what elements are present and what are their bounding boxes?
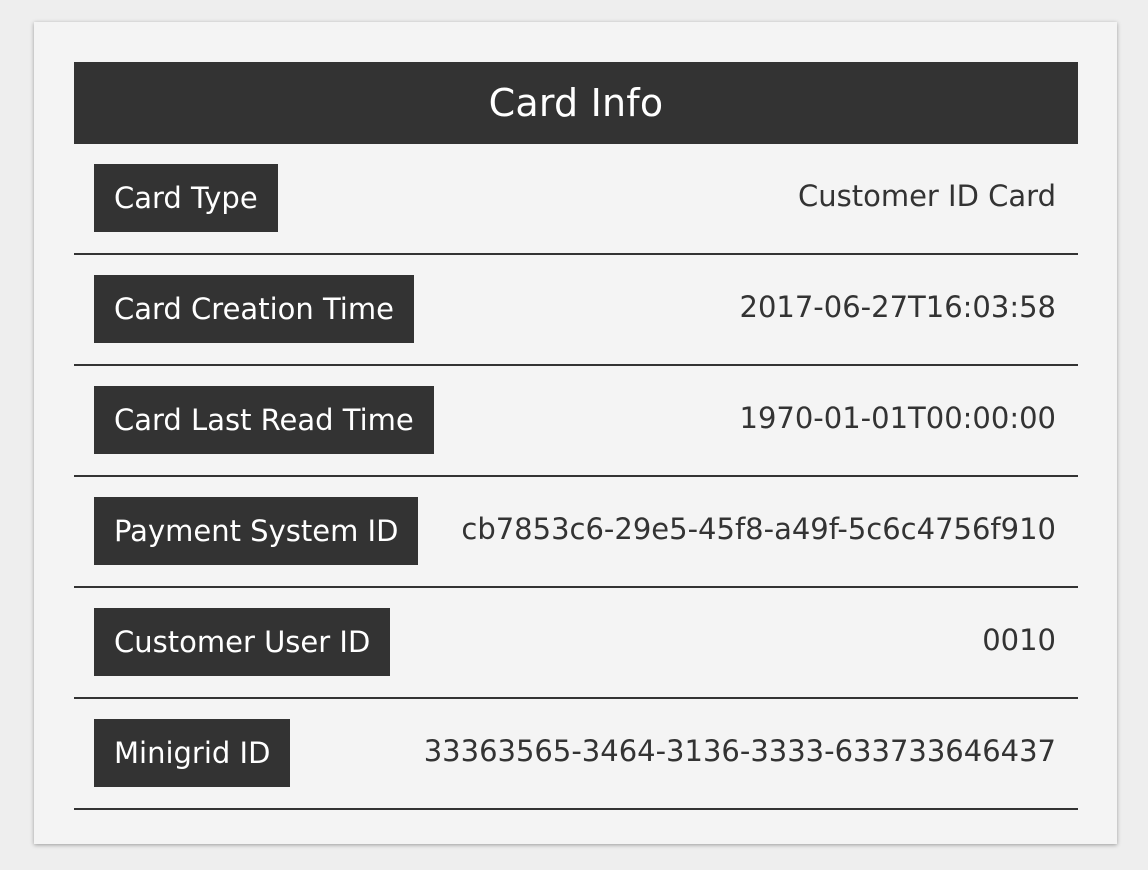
card-info-rows: Card Type Customer ID Card Card Creation… <box>74 144 1078 810</box>
card-type-label: Card Type <box>94 164 278 232</box>
card-info-title: Card Info <box>74 62 1078 144</box>
card-creation-time-row: Card Creation Time 2017-06-27T16:03:58 <box>74 255 1078 366</box>
minigrid-id-row: Minigrid ID 33363565-3464-3136-3333-6337… <box>74 699 1078 810</box>
minigrid-id-value: 33363565-3464-3136-3333-633733646437 <box>423 734 1056 768</box>
card-creation-time-label: Card Creation Time <box>94 275 414 343</box>
card-last-read-time-value: 1970-01-01T00:00:00 <box>739 401 1057 435</box>
payment-system-id-label: Payment System ID <box>94 497 419 565</box>
customer-user-id-row: Customer User ID 0010 <box>74 588 1078 699</box>
customer-user-id-value: 0010 <box>982 623 1056 657</box>
payment-system-id-row: Payment System ID cb7853c6-29e5-45f8-a49… <box>74 477 1078 588</box>
card-type-row: Card Type Customer ID Card <box>74 144 1078 255</box>
card-last-read-time-row: Card Last Read Time 1970-01-01T00:00:00 <box>74 366 1078 477</box>
customer-user-id-label: Customer User ID <box>94 608 391 676</box>
card-creation-time-value: 2017-06-27T16:03:58 <box>739 290 1057 324</box>
card-info-panel: Card Info Card Type Customer ID Card Car… <box>34 22 1117 844</box>
card-last-read-time-label: Card Last Read Time <box>94 386 434 454</box>
minigrid-id-label: Minigrid ID <box>94 719 291 787</box>
payment-system-id-value: cb7853c6-29e5-45f8-a49f-5c6c4756f910 <box>461 512 1056 546</box>
card-type-value: Customer ID Card <box>797 179 1056 213</box>
